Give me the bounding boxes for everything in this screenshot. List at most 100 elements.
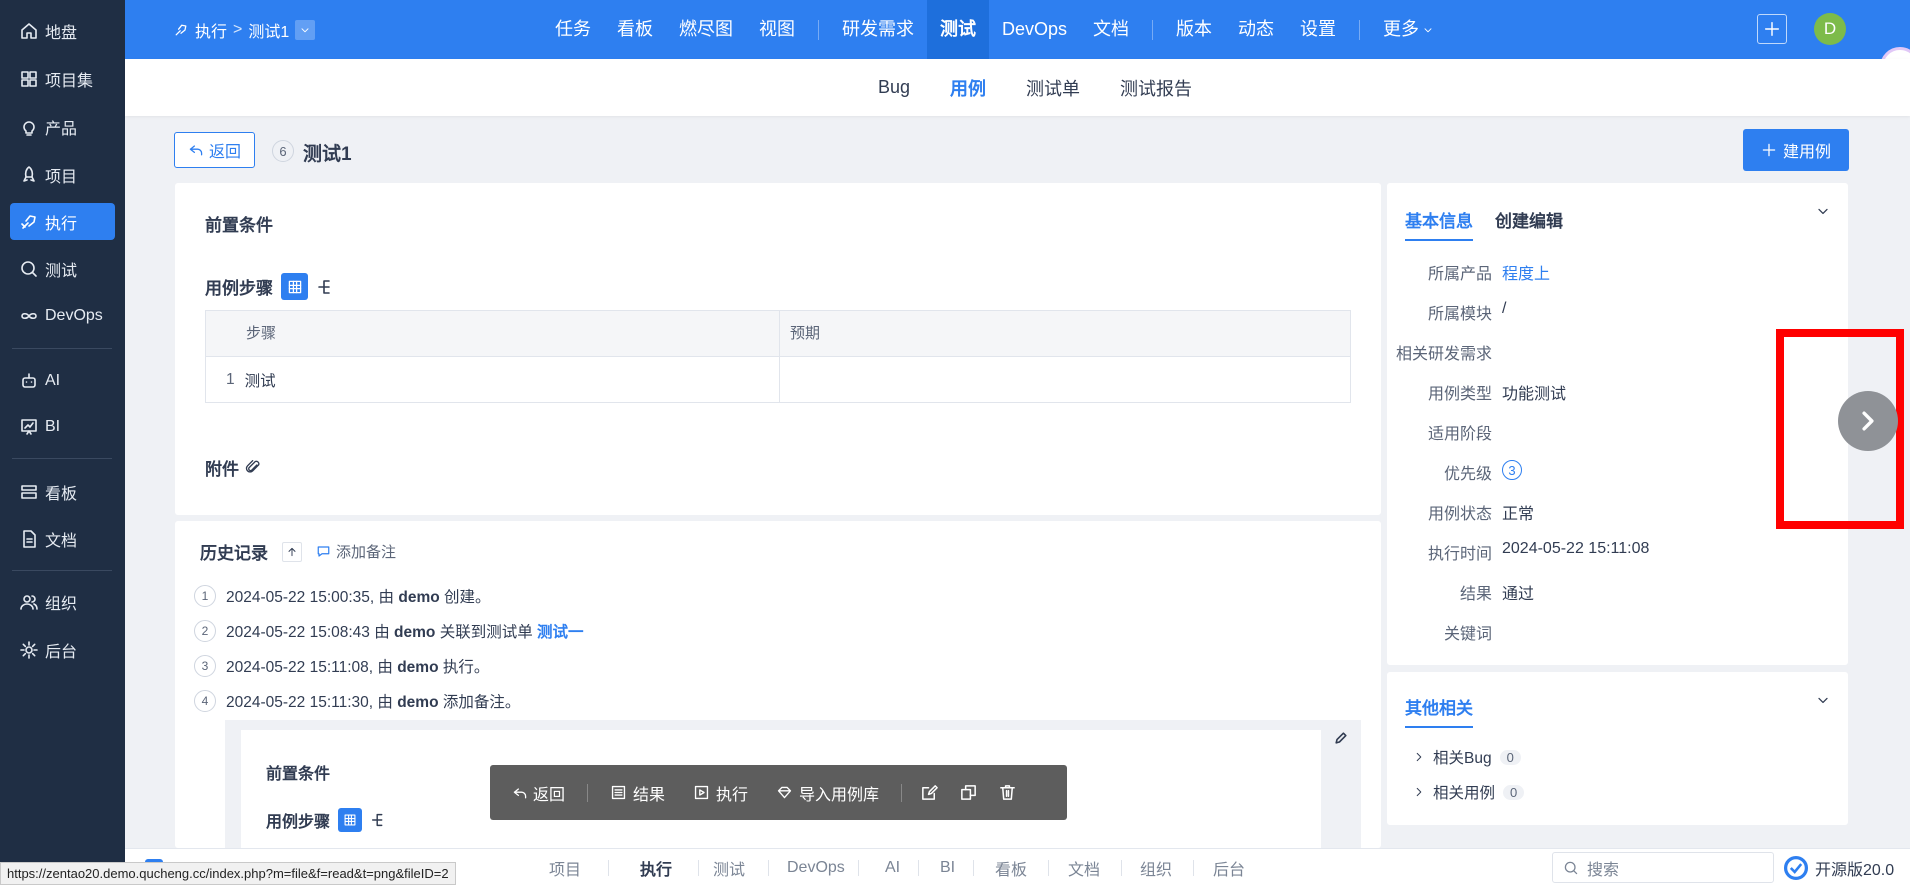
- nav-kanban[interactable]: 看板: [604, 0, 666, 59]
- add-button[interactable]: [1757, 14, 1787, 44]
- sidebar-item-program[interactable]: 项目集: [10, 60, 115, 97]
- version-info[interactable]: 开源版20.0: [1783, 849, 1894, 885]
- nav-devops[interactable]: DevOps: [989, 0, 1080, 59]
- bottom-search[interactable]: 搜索: [1552, 852, 1774, 883]
- tab-case[interactable]: 用例: [930, 75, 1006, 101]
- bottom-divider: [1193, 860, 1194, 876]
- avatar[interactable]: D: [1814, 13, 1846, 45]
- create-case-button[interactable]: 建用例: [1743, 129, 1849, 171]
- related-case-count: 0: [1503, 784, 1525, 800]
- sidebar-item-devops[interactable]: DevOps: [10, 297, 115, 334]
- tree-icon[interactable]: [370, 811, 388, 829]
- nav-story[interactable]: 研发需求: [829, 0, 927, 59]
- history-action: 创建。: [439, 589, 491, 606]
- nav-settings[interactable]: 设置: [1287, 0, 1349, 59]
- dropdown-toggle[interactable]: [295, 19, 316, 40]
- priority-value: 3: [1508, 462, 1516, 478]
- nav-more[interactable]: 更多: [1370, 0, 1447, 59]
- bottom-item-org[interactable]: 组织: [1140, 849, 1172, 885]
- sidebar-item-kanban[interactable]: 看板: [10, 473, 115, 510]
- next-page-button[interactable]: [1838, 391, 1898, 451]
- history-text: 2024-05-22 15:00:35, 由 demo 创建。: [226, 585, 491, 607]
- breadcrumb-current[interactable]: 测试1: [248, 18, 289, 42]
- doc-icon: [23, 529, 36, 548]
- chevron-down-icon[interactable]: [1815, 203, 1831, 219]
- nav-dynamic[interactable]: 动态: [1225, 0, 1287, 59]
- sidebar-item-label: 测试: [45, 262, 78, 280]
- nav-test[interactable]: 测试: [927, 0, 989, 59]
- bottom-item-execution[interactable]: 执行: [640, 849, 672, 885]
- tab-bug[interactable]: Bug: [858, 77, 930, 98]
- back-button[interactable]: 返回: [174, 132, 255, 168]
- mindmap-view-button[interactable]: [316, 277, 336, 297]
- run-icon: [21, 214, 36, 229]
- breadcrumb: 执行 > 测试1: [173, 0, 316, 59]
- toolbar-run-label: 执行: [716, 786, 749, 804]
- toolbar-result-button[interactable]: 结果: [610, 781, 665, 805]
- breadcrumb-root[interactable]: 执行: [195, 18, 227, 42]
- toolbar-back-button[interactable]: 返回: [512, 781, 565, 805]
- bottom-item-kanban[interactable]: 看板: [995, 849, 1027, 885]
- bottom-item-bi[interactable]: BI: [940, 849, 955, 885]
- kanban-icon: [21, 484, 37, 499]
- sidebar-item-execution[interactable]: 执行: [10, 203, 115, 240]
- sidebar-item-bi[interactable]: BI: [10, 408, 115, 445]
- zentao-logo-icon: [1783, 855, 1809, 880]
- field-status: 用例状态 正常: [1394, 500, 1534, 524]
- tab-basic-info[interactable]: 基本信息: [1405, 207, 1473, 241]
- sidebar-item-test[interactable]: 测试: [10, 250, 115, 287]
- field-label: 适用阶段: [1427, 426, 1492, 443]
- table-view-button[interactable]: [281, 273, 308, 300]
- trash-icon[interactable]: [998, 783, 1017, 802]
- bottom-item-test[interactable]: 测试: [713, 849, 745, 885]
- table-view-button[interactable]: [338, 808, 363, 832]
- nav-build[interactable]: 版本: [1163, 0, 1225, 59]
- sidebar-item-label: 项目集: [45, 72, 94, 90]
- step-number: 1: [226, 371, 235, 388]
- bottom-item-ai[interactable]: AI: [885, 849, 900, 885]
- bottom-item-project[interactable]: 项目: [549, 849, 581, 885]
- related-bug-count: 0: [1499, 749, 1521, 765]
- sidebar-item-project[interactable]: 项目: [10, 156, 115, 193]
- tab-testtask[interactable]: 测试单: [1006, 75, 1100, 101]
- sidebar-item-ai[interactable]: AI: [10, 362, 115, 399]
- edit-icon[interactable]: [920, 783, 939, 802]
- nav-burndown[interactable]: 燃尽图: [666, 0, 746, 59]
- product-link[interactable]: 程度上: [1502, 260, 1550, 284]
- sidebar-item-admin[interactable]: 后台: [10, 631, 115, 668]
- top-header: 执行 > 测试1 任务 看板 燃尽图 视图 研发需求 测试 DevOps 文档 …: [125, 0, 1910, 59]
- related-case-item[interactable]: 相关用例 0: [1413, 781, 1525, 803]
- bottom-item-doc[interactable]: 文档: [1068, 849, 1100, 885]
- sort-button[interactable]: [282, 541, 302, 562]
- edit-pencil-icon[interactable]: [1333, 730, 1349, 746]
- sidebar-item-product[interactable]: 产品: [10, 108, 115, 145]
- paperclip-icon[interactable]: [245, 459, 262, 476]
- bottom-item-devops[interactable]: DevOps: [787, 849, 845, 885]
- related-bug-item[interactable]: 相关Bug 0: [1413, 746, 1521, 768]
- field-module: 所属模块 /: [1394, 300, 1506, 324]
- copy-icon[interactable]: [959, 783, 978, 802]
- sidebar-divider: [12, 458, 112, 459]
- chevron-down-icon[interactable]: [1815, 692, 1831, 708]
- sidebar-divider: [12, 570, 112, 571]
- bottom-item-admin[interactable]: 后台: [1213, 849, 1245, 885]
- tab-create-edit[interactable]: 创建编辑: [1495, 207, 1563, 241]
- testtask-link[interactable]: 测试一: [537, 624, 584, 641]
- history-entry: 2 2024-05-22 15:08:43 由 demo 关联到测试单 测试一: [194, 620, 584, 642]
- related-card: 其他相关 相关Bug 0 相关用例 0: [1387, 672, 1848, 825]
- sidebar-item-org[interactable]: 组织: [10, 583, 115, 620]
- plus-icon: [1762, 143, 1776, 157]
- arrow-up-icon: [288, 547, 296, 556]
- toolbar-import-button[interactable]: 导入用例库: [776, 781, 879, 805]
- sidebar-item-doc[interactable]: 文档: [10, 520, 115, 557]
- sidebar-item-label: 执行: [45, 215, 78, 233]
- nav-doc[interactable]: 文档: [1080, 0, 1142, 59]
- field-label: 相关研发需求: [1395, 346, 1492, 363]
- sidebar-item-home[interactable]: 地盘: [10, 12, 115, 49]
- toolbar-run-button[interactable]: 执行: [693, 781, 748, 805]
- nav-view[interactable]: 视图: [746, 0, 808, 59]
- nav-task[interactable]: 任务: [542, 0, 604, 59]
- rocket-icon: [23, 165, 35, 182]
- tab-report[interactable]: 测试报告: [1100, 75, 1212, 101]
- add-note-link[interactable]: 添加备注: [316, 541, 396, 562]
